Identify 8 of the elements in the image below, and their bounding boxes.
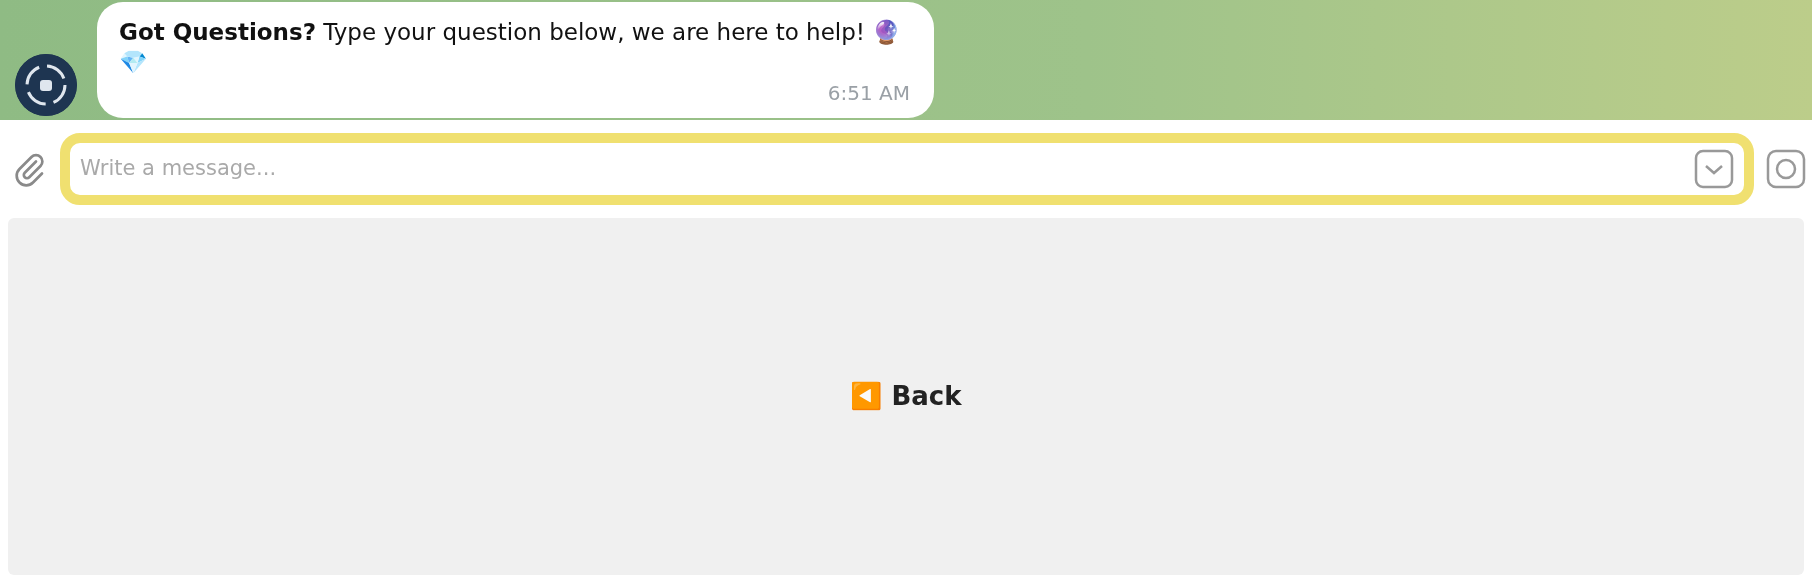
- message-field[interactable]: Write a message...: [60, 133, 1754, 205]
- message-text: Got Questions? Type your question below, we are here to help! 🔮 💎: [119, 18, 903, 77]
- back-button[interactable]: ◀ Back: [8, 218, 1804, 575]
- keyboard-toggle-icon[interactable]: [1694, 149, 1734, 189]
- camera-icon[interactable]: [1766, 149, 1806, 189]
- message-input[interactable]: Write a message...: [80, 149, 1694, 189]
- message-time: 6:51 AM: [826, 79, 910, 107]
- avatar-icon: [15, 54, 77, 116]
